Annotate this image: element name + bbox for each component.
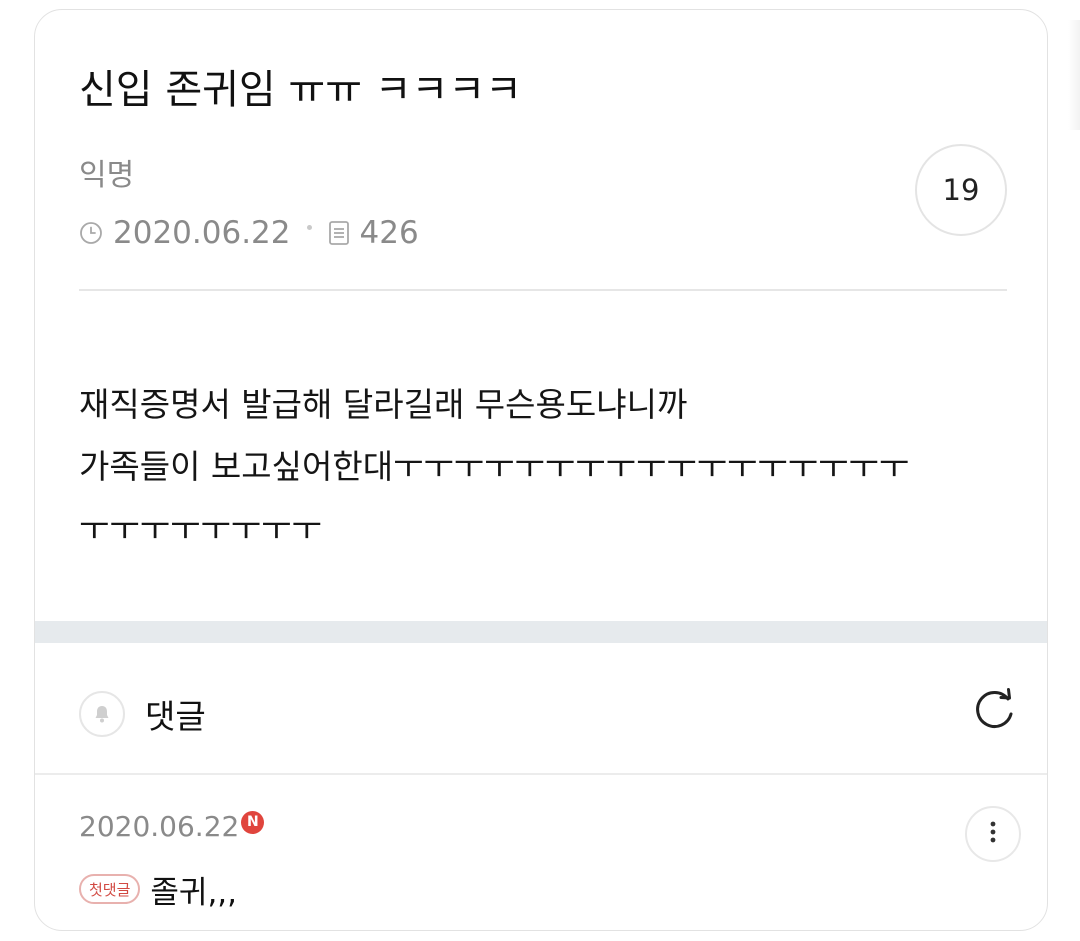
post-date: 2020.06.22 <box>113 215 291 251</box>
comment-text: 졸귀,,, <box>150 874 238 911</box>
comments-label: 댓글 <box>145 697 206 736</box>
post-body-line: ㅜㅜㅜㅜㅜㅜㅜㅜ <box>79 509 322 548</box>
clock-icon <box>79 221 103 245</box>
comment-count-button[interactable]: 19 <box>915 144 1007 236</box>
first-comment-badge: 첫댓글 <box>79 874 141 904</box>
comment-count: 19 <box>942 173 980 207</box>
new-badge: N <box>241 810 265 834</box>
post-author: 익명 <box>79 158 135 193</box>
refresh-icon <box>970 686 1020 740</box>
more-vertical-icon <box>989 820 997 848</box>
comments-header: 댓글 <box>79 686 206 742</box>
post-views: 426 <box>359 215 419 251</box>
post-body-line: 재직증명서 발급해 달라길래 무슨용도냐니까 <box>79 385 688 424</box>
bell-icon[interactable] <box>79 691 125 737</box>
comment-meta: 2020.06.22 N <box>79 807 265 845</box>
post-body-line: 가족들이 보고싶어한대ㅜㅜㅜㅜㅜㅜㅜㅜㅜㅜㅜㅜㅜㅜㅜㅜㅜ <box>79 447 910 486</box>
post-title: 신입 존귀임 ㅠㅠ ㅋㅋㅋㅋ <box>79 67 522 113</box>
comment-item: 첫댓글 졸귀,,, <box>79 866 237 912</box>
refresh-button[interactable] <box>967 685 1023 741</box>
next-card-edge <box>1068 20 1080 130</box>
comments-divider <box>35 773 1047 775</box>
comment-date: 2020.06.22 <box>79 809 240 843</box>
post-meta: 2020.06.22 426 <box>79 213 419 253</box>
post-card: 신입 존귀임 ㅠㅠ ㅋㅋㅋㅋ 익명 2020.06.22 426 19 재직증명… <box>34 9 1048 931</box>
meta-separator <box>306 224 312 230</box>
document-icon <box>328 220 350 246</box>
post-body: 재직증명서 발급해 달라길래 무슨용도냐니까가족들이 보고싶어한대ㅜㅜㅜㅜㅜㅜㅜ… <box>79 374 1009 560</box>
title-divider <box>79 289 1007 291</box>
section-divider <box>35 621 1047 643</box>
comment-more-button[interactable] <box>965 806 1021 862</box>
